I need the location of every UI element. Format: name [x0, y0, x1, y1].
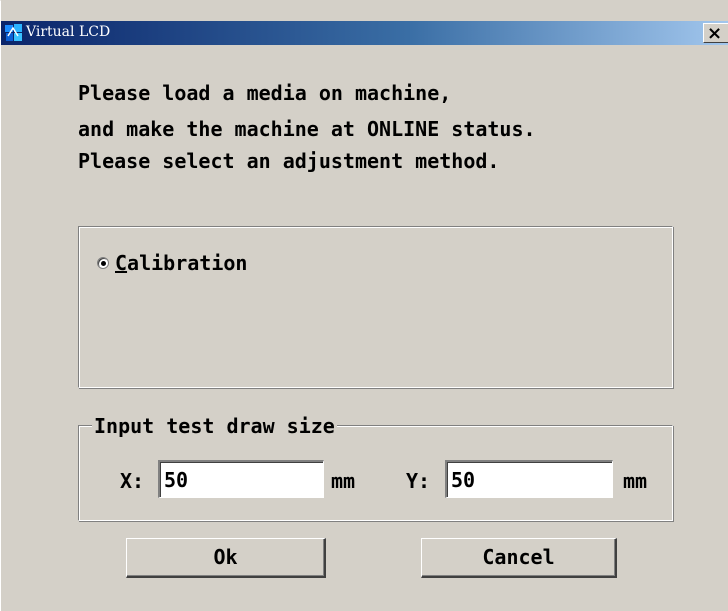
calibration-radio[interactable]	[97, 257, 109, 269]
y-unit: mm	[623, 469, 648, 493]
x-label: X:	[120, 469, 145, 493]
dialog-window: Virtual LCD × Please load a media on mac…	[0, 0, 728, 611]
app-icon	[5, 24, 22, 41]
instruction-line-3: Please select an adjustment method.	[78, 149, 500, 173]
instruction-line-2: and make the machine at ONLINE status.	[78, 117, 536, 141]
close-icon: ×	[707, 23, 723, 44]
x-size-input[interactable]	[158, 460, 324, 498]
close-button[interactable]: ×	[703, 23, 728, 44]
test-size-legend: Input test draw size	[92, 414, 337, 438]
window-title: Virtual LCD	[26, 24, 111, 40]
y-size-input[interactable]	[445, 460, 613, 498]
cancel-button[interactable]: Cancel	[421, 538, 617, 578]
x-unit: mm	[331, 469, 356, 493]
radio-selected-dot	[101, 261, 106, 266]
ok-button[interactable]: Ok	[126, 538, 326, 578]
instruction-line-1: Please load a media on machine,	[78, 81, 452, 105]
y-label: Y:	[406, 469, 431, 493]
calibration-label[interactable]: Calibration	[115, 251, 247, 275]
title-bar[interactable]: Virtual LCD ×	[1, 21, 728, 45]
